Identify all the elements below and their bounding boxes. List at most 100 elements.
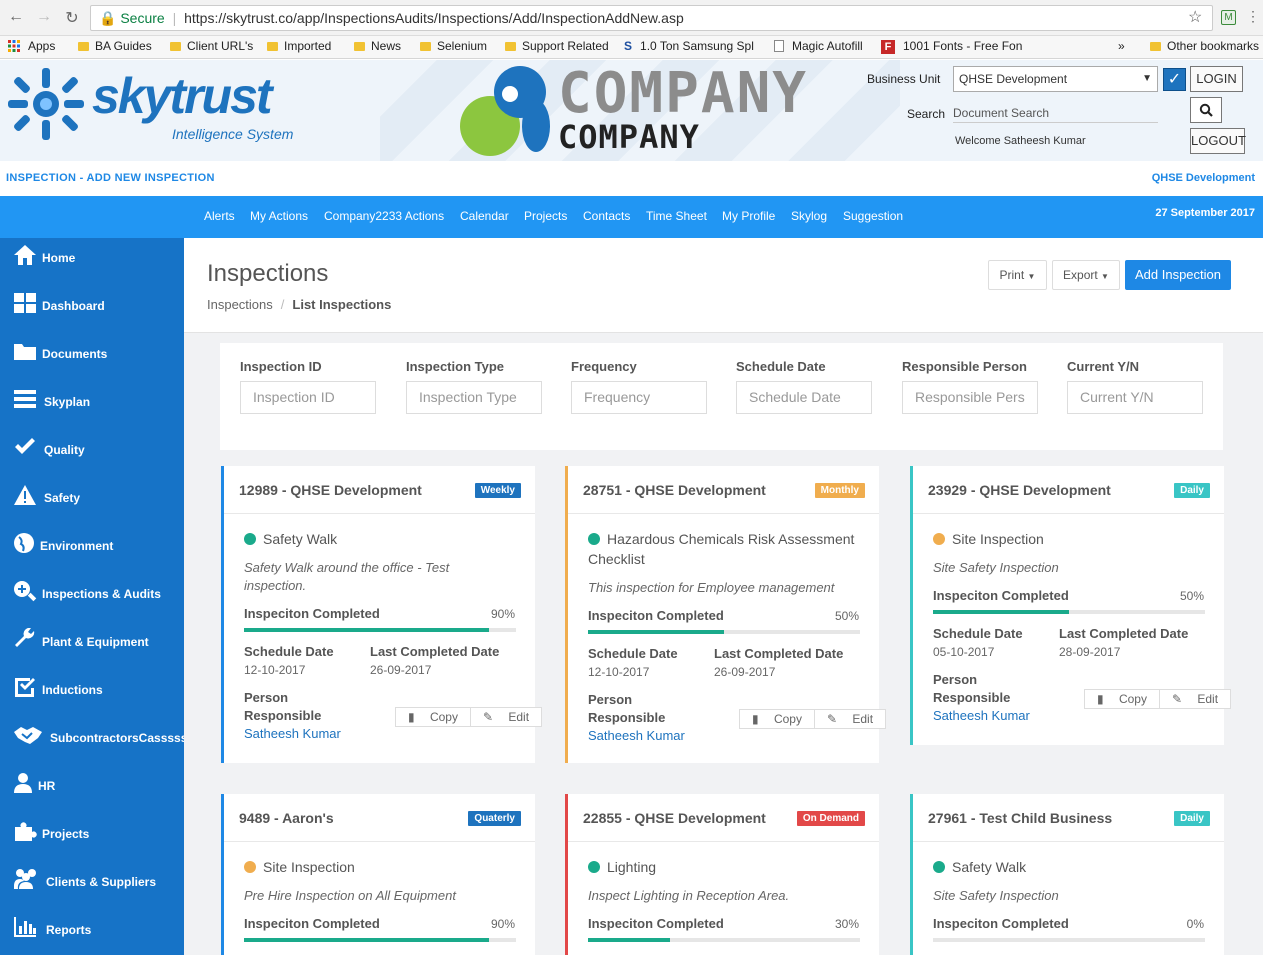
nav-alerts[interactable]: Alerts [204,209,235,223]
browser-menu-icon[interactable]: ⋮ [1246,8,1260,25]
nav-suggestion[interactable]: Suggestion [843,209,903,223]
bookmark-magic-autofill[interactable]: Magic Autofill [774,39,863,53]
bookmarks-overflow-icon[interactable]: » [1118,39,1125,53]
bookmark-star-icon[interactable]: ☆ [1188,7,1202,27]
handshake-icon [14,727,42,744]
add-inspection-button[interactable]: Add Inspection [1125,260,1231,290]
welcome-text: Welcome Satheesh Kumar [955,135,1086,147]
card-title[interactable]: Site Inspection [244,857,355,877]
sidebar-item-inspections-audits[interactable]: Inspections & Audits [0,574,184,622]
card-actions: ▮ Copy ✎ Edit [1084,689,1232,709]
context-title: INSPECTION - ADD NEW INSPECTION [6,172,215,184]
url-text: https://skytrust.co/app/InspectionsAudit… [184,10,684,26]
sidebar-item-projects[interactable]: Projects [0,814,184,862]
forward-icon[interactable]: → [34,8,54,26]
bookmark-1001-fonts[interactable]: F 1001 Fonts - Free Fon [881,39,1022,54]
bookmark-selenium[interactable]: Selenium [420,39,487,53]
breadcrumb: Inspections / List Inspections [207,297,392,312]
card-title[interactable]: Hazardous Chemicals Risk Assessment Chec… [588,529,868,569]
pencil-icon: ✎ [482,710,494,724]
sidebar-item-subcontractors[interactable]: SubcontractorsCasssss [0,718,187,766]
progress-label: Inspeciton Completed [244,606,380,621]
card-title[interactable]: Safety Walk [933,857,1026,877]
logout-button[interactable]: LOGOUT [1190,128,1246,154]
nav-my-profile[interactable]: My Profile [722,209,775,223]
progress-bar [588,938,860,942]
sidebar-item-home[interactable]: Home [0,238,184,286]
current-input[interactable]: Current Y/N [1067,381,1203,414]
export-button[interactable]: Export ▼ [1052,260,1120,290]
sidebar-item-hr[interactable]: HR [0,766,184,814]
nav-my-actions[interactable]: My Actions [250,209,308,223]
nav-projects[interactable]: Projects [524,209,567,223]
nav-time-sheet[interactable]: Time Sheet [646,209,707,223]
sidebar-item-clients-suppliers[interactable]: Clients & Suppliers [0,862,184,910]
card-title[interactable]: Site Inspection [933,529,1044,549]
filter-current: Current Y/N Current Y/N [1067,359,1207,414]
card-title[interactable]: Safety Walk [244,529,337,549]
edit-button[interactable]: ✎ Edit [813,710,885,728]
login-button[interactable]: LOGIN [1190,66,1243,92]
nav-calendar[interactable]: Calendar [460,209,509,223]
last-completed-label: Last Completed Date [370,644,500,659]
search-button[interactable] [1190,97,1222,123]
bookmark-support-related[interactable]: Support Related [505,39,609,53]
checkbox-icon [15,678,35,697]
card-header: 27961 - Test Child Business [928,810,1113,826]
document-search-input[interactable]: Document Search [953,103,1158,123]
business-unit-select[interactable]: QHSE Development ▼ [953,66,1158,92]
sidebar-item-environment[interactable]: Environment [0,526,184,574]
print-button[interactable]: Print ▼ [988,260,1047,290]
responsible-person-link[interactable]: Satheesh Kumar [588,728,685,743]
copy-button[interactable]: ▮ Copy [396,708,470,726]
edit-button[interactable]: ✎ Edit [469,708,541,726]
responsible-person-link[interactable]: Satheesh Kumar [244,726,341,741]
inspection-type-input[interactable]: Inspection Type [406,381,542,414]
status-dot-icon [588,533,600,545]
bookmark-client-urls[interactable]: Client URL's [170,39,253,53]
sidebar-item-reports[interactable]: Reports [0,910,184,955]
search-label: Search [907,107,946,121]
confirm-checkbox[interactable]: ✓ [1163,68,1186,91]
inspection-id-input[interactable]: Inspection ID [240,381,376,414]
sidebar-item-plant-equipment[interactable]: Plant & Equipment [0,622,184,670]
bookmark-news[interactable]: News [354,39,401,53]
schedule-date-value: 12-10-2017 [244,663,306,677]
copy-button[interactable]: ▮ Copy [740,710,814,728]
reload-icon[interactable]: ↻ [62,8,82,28]
sidebar-item-skyplan[interactable]: Skyplan [0,382,184,430]
breadcrumb-inspections[interactable]: Inspections [207,297,273,312]
schedule-date-input[interactable]: Schedule Date [736,381,872,414]
context-business-unit: QHSE Development [1151,172,1255,184]
nav-contacts[interactable]: Contacts [583,209,630,223]
bookmark-samsung[interactable]: S 1.0 Ton Samsung Spl [624,39,754,53]
frequency-input[interactable]: Frequency [571,381,707,414]
nav-company-actions[interactable]: Company2233 Actions [324,209,444,223]
frequency-badge: Quaterly [468,811,521,826]
sidebar-item-quality[interactable]: Quality [0,430,184,478]
company-name-line2: COMPANY [558,118,700,156]
sidebar-item-safety[interactable]: Safety [0,478,184,526]
breadcrumb-current: List Inspections [292,297,392,312]
bookmark-other[interactable]: Other bookmarks [1150,39,1259,53]
bookmark-ba-guides[interactable]: BA Guides [78,39,152,53]
page-icon [774,40,784,52]
responsible-person-link[interactable]: Satheesh Kumar [933,708,1030,723]
folder-icon [78,42,89,51]
bookmark-apps[interactable]: Apps [8,39,55,53]
frequency-badge: On Demand [796,811,865,826]
copy-button[interactable]: ▮ Copy [1085,690,1159,708]
top-navigation: Alerts My Actions Company2233 Actions Ca… [0,196,1263,238]
back-icon[interactable]: ← [6,8,26,26]
address-bar[interactable]: 🔒 Secure | https://skytrust.co/app/Inspe… [90,5,1213,31]
edit-button[interactable]: ✎ Edit [1158,690,1230,708]
nav-skylog[interactable]: Skylog [791,209,827,223]
sidebar-item-documents[interactable]: Documents [0,334,184,382]
responsible-label: Responsible [244,708,322,723]
bookmark-imported[interactable]: Imported [267,39,331,53]
extension-icon[interactable]: M [1221,10,1236,25]
responsible-person-input[interactable]: Responsible Pers [902,381,1038,414]
card-title[interactable]: Lighting [588,857,656,877]
sidebar-item-inductions[interactable]: Inductions [0,670,184,718]
sidebar-item-dashboard[interactable]: Dashboard [0,286,184,334]
